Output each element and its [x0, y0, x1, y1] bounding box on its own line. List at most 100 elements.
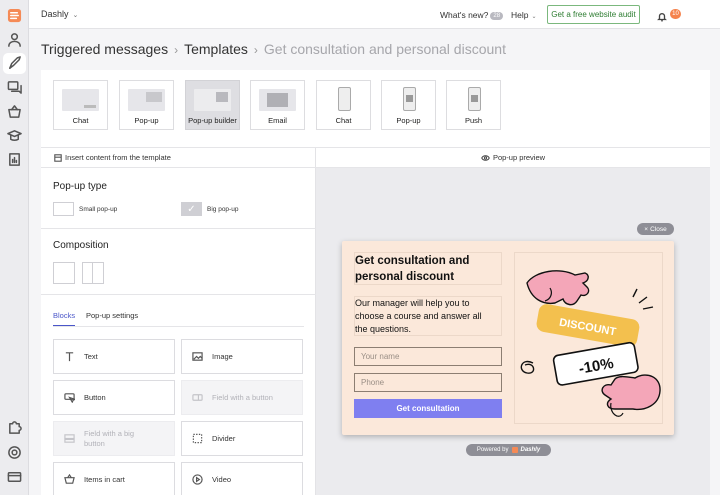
website-audit-button[interactable]: Get a free website audit	[547, 5, 640, 24]
chat-icon[interactable]	[6, 79, 23, 96]
breadcrumb-triggered-messages[interactable]: Triggered messages	[41, 41, 168, 57]
block-image[interactable]: Image	[181, 339, 303, 374]
block-label: Image	[212, 351, 233, 361]
popup-description-line: the questions.	[355, 324, 412, 334]
insert-template-link[interactable]: Insert content from the template	[41, 148, 316, 168]
channel-label: Pop-up	[134, 116, 159, 125]
popup-title[interactable]: Get consultation and personal discount	[354, 252, 502, 285]
top-bar: Dashly ⌄ What's new? 28 Help ⌄ Get a free w…	[29, 0, 720, 29]
project-switcher[interactable]: Dashly ⌄	[41, 9, 78, 19]
channel-label: Chat	[72, 116, 89, 125]
dashly-logo-icon[interactable]	[6, 7, 23, 24]
checkmark-icon: ✓	[181, 202, 202, 216]
small-popup-option[interactable]: Small pop-up	[53, 202, 117, 216]
rocket-icon[interactable]	[3, 53, 26, 74]
block-label: Divider	[212, 433, 236, 443]
channel-label: Pop-up builder	[188, 116, 237, 125]
help-menu[interactable]: Help ⌄	[511, 10, 537, 20]
eye-icon	[481, 154, 490, 161]
bell-icon	[657, 13, 667, 22]
powered-brand: Dashly	[520, 447, 541, 453]
composition-split-option[interactable]	[82, 262, 104, 284]
channel-popup[interactable]: Pop-up	[119, 80, 174, 130]
integrations-icon[interactable]	[6, 419, 23, 436]
tab-blocks[interactable]: Blocks	[53, 311, 76, 326]
preview-header-label: Pop-up preview	[492, 153, 546, 162]
block-divider[interactable]: Divider	[181, 421, 303, 456]
breadcrumb: Triggered messages › Templates › Get consult…	[41, 41, 506, 57]
image-icon	[191, 352, 203, 361]
powered-by-badge[interactable]: Powered by Dashly	[466, 444, 551, 456]
big-popup-option[interactable]: ✓ Big pop-up	[181, 202, 238, 216]
chevron-right-icon: ›	[253, 43, 258, 57]
phone-input[interactable]: Phone	[354, 373, 502, 392]
name-input[interactable]: Your name	[354, 347, 502, 366]
divider	[41, 228, 316, 229]
channel-label: Email	[268, 116, 287, 125]
composition-single-option[interactable]	[53, 262, 75, 284]
channel-popup-builder[interactable]: Pop-up builder	[185, 80, 240, 130]
block-label: Field with a button	[212, 392, 273, 402]
channel-mobile-chat[interactable]: Chat	[316, 80, 371, 130]
breadcrumb-current-template: Get consultation and personal discount	[263, 41, 506, 57]
text-icon	[65, 352, 73, 362]
block-label: Items in cart	[84, 474, 125, 484]
basket-icon[interactable]	[6, 103, 23, 120]
push-thumbnail-icon	[468, 87, 481, 111]
channel-push[interactable]: Push	[446, 80, 501, 130]
graduation-cap-icon[interactable]	[6, 127, 23, 144]
popup-illustration[interactable]: DISCOUNT -10%	[514, 252, 663, 424]
popup-description[interactable]: Our manager will help you to choose a co…	[354, 296, 502, 336]
block-field-with-button: Field with a button	[181, 380, 303, 415]
dashly-mini-logo-icon	[511, 447, 518, 453]
notifications-button[interactable]: 10	[657, 9, 681, 27]
reports-icon[interactable]	[6, 151, 23, 168]
block-button[interactable]: Button	[53, 380, 175, 415]
mobile-chat-thumbnail-icon	[338, 87, 351, 111]
get-consultation-button[interactable]: Get consultation	[354, 399, 502, 418]
close-icon: ×	[644, 225, 649, 233]
channel-chat[interactable]: Chat	[53, 80, 108, 130]
popup-title-line: Get consultation and	[355, 255, 470, 267]
block-label: Field with a big button	[84, 428, 135, 448]
notifications-count-badge: 10	[670, 9, 681, 19]
block-label: Button	[84, 392, 106, 402]
divider	[41, 294, 316, 295]
channel-label: Push	[464, 116, 483, 125]
popup-type-title: Pop-up type	[53, 181, 107, 192]
channel-email[interactable]: Email	[250, 80, 305, 130]
help-label: Help	[511, 10, 529, 20]
left-rail	[0, 0, 29, 495]
big-popup-label: Big pop-up	[207, 205, 239, 213]
block-field-with-big-button: Field with a big button	[53, 421, 175, 456]
powered-by-label: Powered by	[476, 447, 509, 453]
block-items-in-cart[interactable]: Items in cart	[53, 462, 175, 495]
divider-icon	[192, 433, 202, 444]
block-text[interactable]: Text	[53, 339, 175, 374]
channel-mobile-popup[interactable]: Pop-up	[381, 80, 436, 130]
close-popup-button[interactable]: × Close	[637, 223, 674, 235]
breadcrumb-templates[interactable]: Templates	[184, 41, 248, 57]
tab-popup-settings[interactable]: Pop-up settings	[86, 311, 138, 325]
discount-hands-illustration: DISCOUNT -10%	[520, 270, 661, 417]
template-icon	[54, 153, 62, 162]
popup-thumbnail-icon	[128, 89, 165, 111]
popup-title-line: personal discount	[355, 271, 455, 283]
block-label: Video	[212, 474, 232, 484]
users-icon[interactable]	[6, 31, 23, 48]
field-button-icon	[191, 394, 203, 401]
editor-tabs: Blocks Pop-up settings	[53, 311, 304, 327]
billing-card-icon[interactable]	[6, 468, 23, 485]
chevron-right-icon: ›	[174, 43, 179, 57]
settings-gear-icon[interactable]	[6, 444, 23, 461]
chevron-down-icon: ⌄	[72, 12, 79, 19]
insert-template-label: Insert content from the template	[65, 153, 171, 162]
chevron-down-icon: ⌄	[531, 14, 537, 20]
button-icon	[63, 393, 75, 403]
popup-description-line: choose a course and answer all	[355, 311, 482, 321]
block-label: Text	[84, 351, 98, 361]
editor-panel: Insert content from the template Pop-up …	[41, 148, 316, 495]
block-video[interactable]: Video	[181, 462, 303, 495]
close-label: Close	[650, 225, 667, 233]
whats-new-link[interactable]: What's new? 28	[440, 10, 504, 20]
